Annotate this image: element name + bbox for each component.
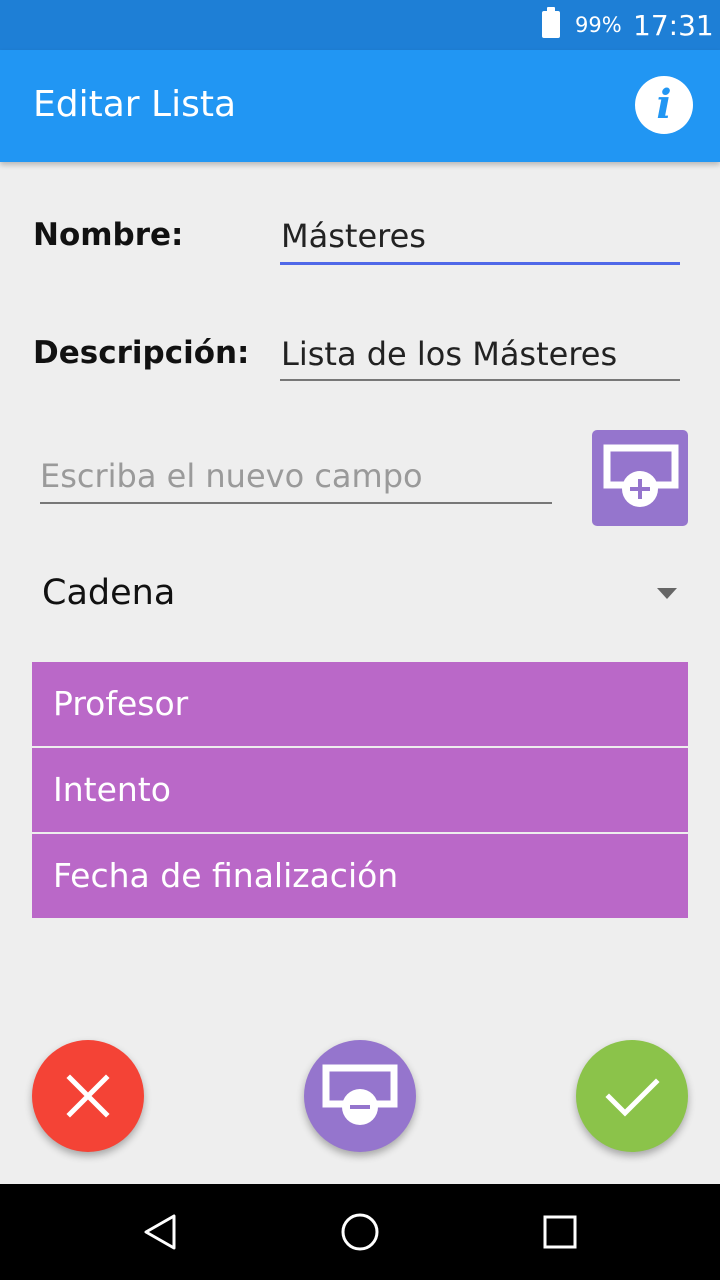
battery-icon — [542, 7, 560, 38]
page-title: Editar Lista — [33, 84, 237, 125]
remove-field-button[interactable] — [304, 1040, 416, 1152]
add-field-button[interactable] — [592, 430, 688, 526]
name-label: Nombre: — [33, 217, 184, 253]
check-icon — [605, 1078, 660, 1117]
name-input[interactable]: Másteres — [281, 217, 426, 255]
type-select[interactable]: Cadena — [42, 573, 175, 613]
new-field-input[interactable]: Escriba el nuevo campo — [40, 457, 423, 495]
list-item[interactable]: Fecha de finalización — [32, 834, 688, 918]
name-input-underline — [280, 262, 680, 265]
app-bar: Editar Lista i — [0, 50, 720, 162]
chevron-down-icon[interactable] — [657, 588, 677, 599]
description-input-underline — [280, 379, 680, 381]
clock: 17:31 — [633, 9, 714, 42]
list-item[interactable]: Intento — [32, 748, 688, 832]
status-bar: 99% 17:31 — [0, 0, 720, 50]
new-field-input-underline — [40, 502, 552, 504]
close-icon — [66, 1074, 110, 1118]
add-field-icon — [603, 444, 679, 507]
accept-button[interactable] — [576, 1040, 688, 1152]
info-button[interactable]: i — [635, 76, 693, 134]
home-icon[interactable] — [336, 1184, 384, 1280]
recents-icon[interactable] — [536, 1184, 584, 1280]
info-icon: i — [656, 81, 672, 128]
cancel-button[interactable] — [32, 1040, 144, 1152]
battery-level: 99% — [575, 13, 622, 37]
navigation-bar — [0, 1184, 720, 1280]
list-item[interactable]: Profesor — [32, 662, 688, 746]
description-label: Descripción: — [33, 335, 250, 371]
description-input[interactable]: Lista de los Másteres — [281, 335, 617, 373]
remove-field-icon — [322, 1064, 398, 1125]
field-list: Profesor Intento Fecha de finalización — [32, 662, 688, 920]
back-icon[interactable] — [136, 1184, 184, 1280]
